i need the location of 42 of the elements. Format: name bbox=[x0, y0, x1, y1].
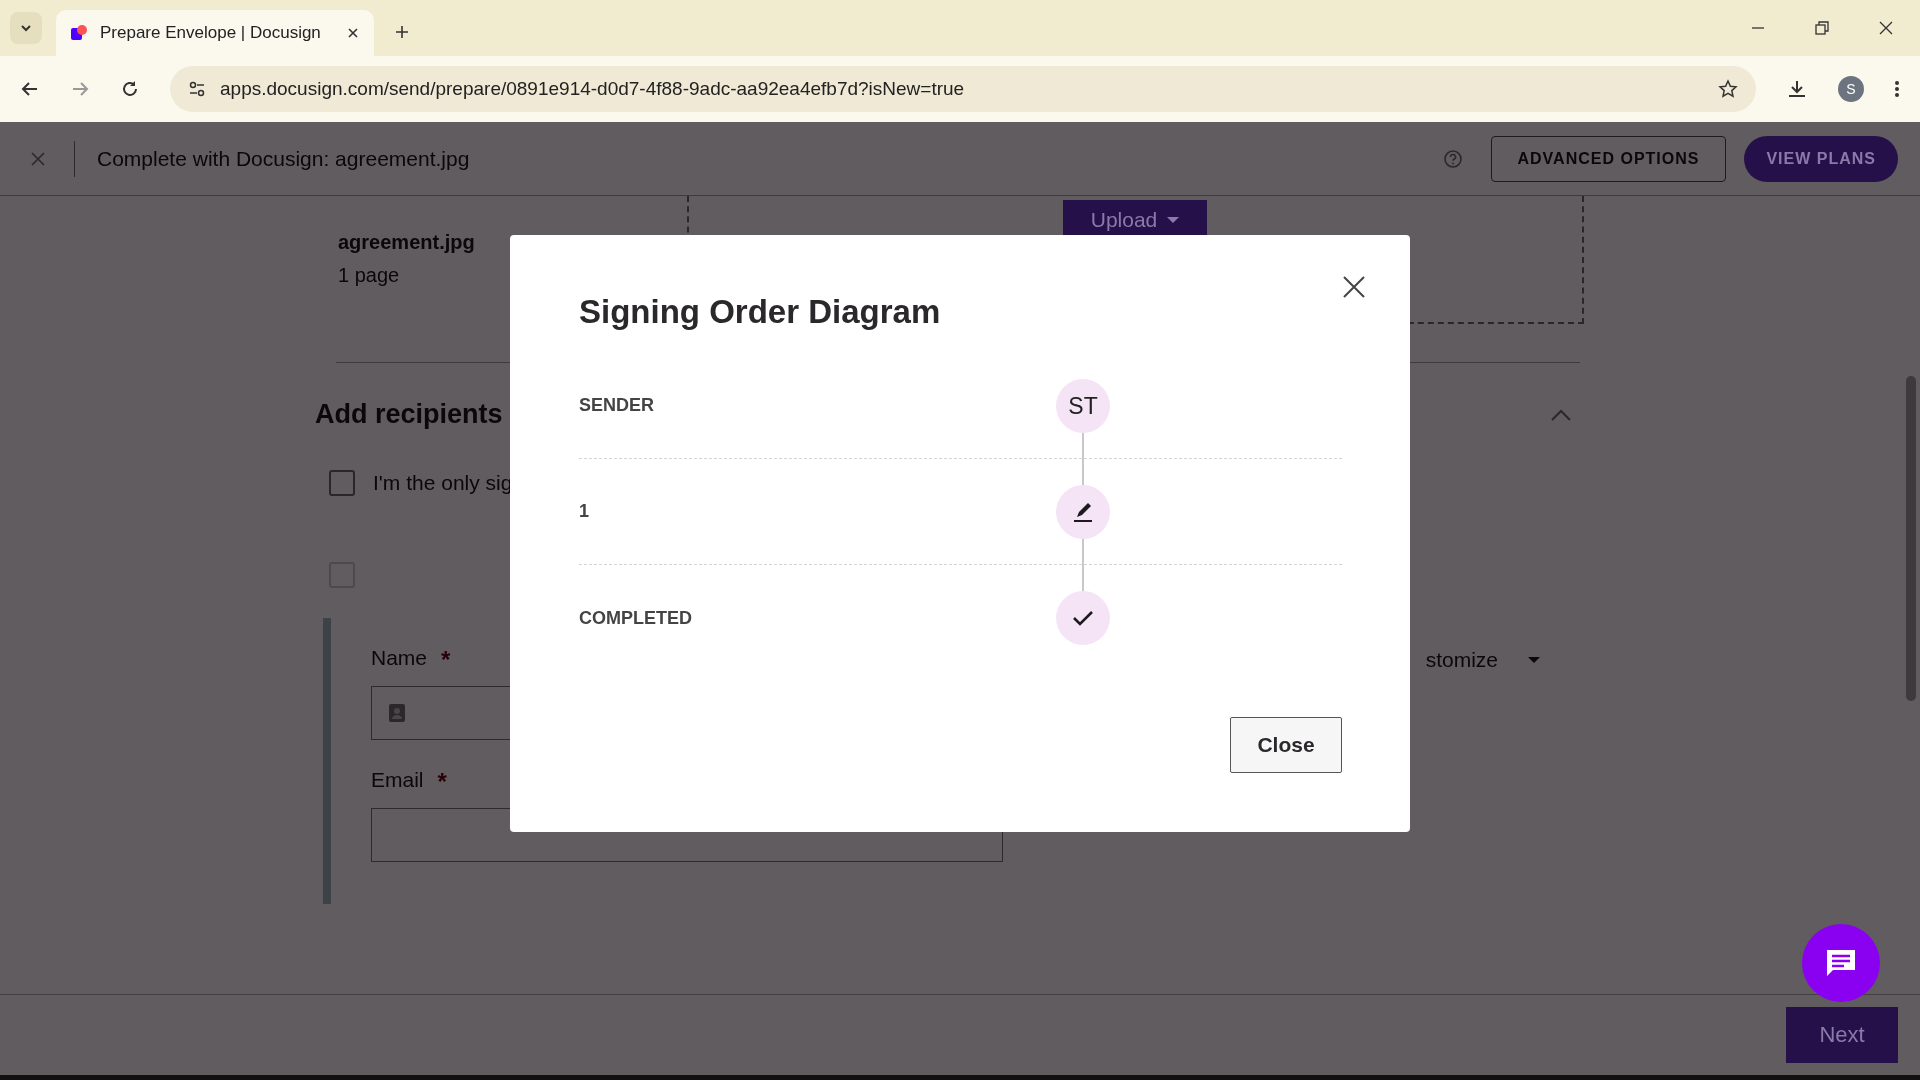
restore-icon[interactable] bbox=[1814, 20, 1830, 36]
close-button[interactable]: Close bbox=[1230, 717, 1342, 773]
chat-bubble-icon bbox=[1824, 947, 1858, 979]
caret-icon bbox=[1528, 657, 1540, 663]
checkmark-icon bbox=[1056, 591, 1110, 645]
bookmark-star-icon[interactable] bbox=[1718, 79, 1738, 99]
tab-search-button[interactable] bbox=[10, 12, 42, 44]
tab-title: Prepare Envelope | Docusign bbox=[100, 23, 322, 43]
reload-icon[interactable] bbox=[120, 79, 140, 99]
step-label: SENDER bbox=[579, 395, 654, 416]
field-label: Name bbox=[371, 646, 428, 671]
site-settings-icon[interactable] bbox=[188, 80, 206, 98]
field-label: Email bbox=[371, 768, 424, 793]
section-heading: Add recipients bbox=[315, 399, 503, 430]
envelope-title: Complete with Docusign: agreement.jpg bbox=[97, 146, 470, 171]
contact-card-icon bbox=[388, 703, 406, 723]
new-tab-icon[interactable] bbox=[394, 24, 410, 40]
close-icon[interactable] bbox=[1878, 20, 1894, 36]
download-icon[interactable] bbox=[1786, 78, 1808, 100]
profile-avatar[interactable]: S bbox=[1838, 76, 1864, 102]
file-name: agreement.jpg bbox=[338, 231, 476, 254]
required-mark: * bbox=[441, 646, 451, 674]
step-label: COMPLETED bbox=[579, 607, 692, 629]
customize-dropdown[interactable]: stomize bbox=[1425, 646, 1540, 672]
initials-avatar: ST bbox=[1056, 379, 1110, 433]
caret-icon bbox=[1167, 217, 1180, 223]
browser-tab[interactable]: Prepare Envelope | Docusign bbox=[56, 10, 374, 56]
checkbox[interactable] bbox=[329, 470, 355, 496]
scrollbar-thumb[interactable] bbox=[1906, 376, 1916, 701]
advanced-options-button[interactable]: ADVANCED OPTIONS bbox=[1490, 135, 1727, 182]
dialog-title: Signing Order Diagram bbox=[579, 293, 942, 331]
docusign-logo-icon bbox=[70, 24, 88, 42]
signer-pen-icon bbox=[1056, 485, 1110, 539]
view-plans-button[interactable]: VIEW PLANS bbox=[1744, 135, 1898, 182]
more-menu-icon[interactable] bbox=[1894, 79, 1900, 99]
page-count: 1 page bbox=[338, 264, 401, 287]
step-label: 1 bbox=[579, 501, 589, 522]
address-bar[interactable]: apps.docusign.com/send/prepare/0891e914-d0d7-4f88-9adc-aa92ea4efb7d?isNew=true bbox=[170, 66, 1756, 112]
close-icon[interactable] bbox=[346, 26, 360, 40]
next-button[interactable]: Next bbox=[1786, 1007, 1898, 1063]
required-mark: * bbox=[437, 768, 447, 796]
url-text: apps.docusign.com/send/prepare/0891e914-d0d7-4f88-9adc-aa92ea4efb7d?isNew=true bbox=[220, 78, 965, 100]
